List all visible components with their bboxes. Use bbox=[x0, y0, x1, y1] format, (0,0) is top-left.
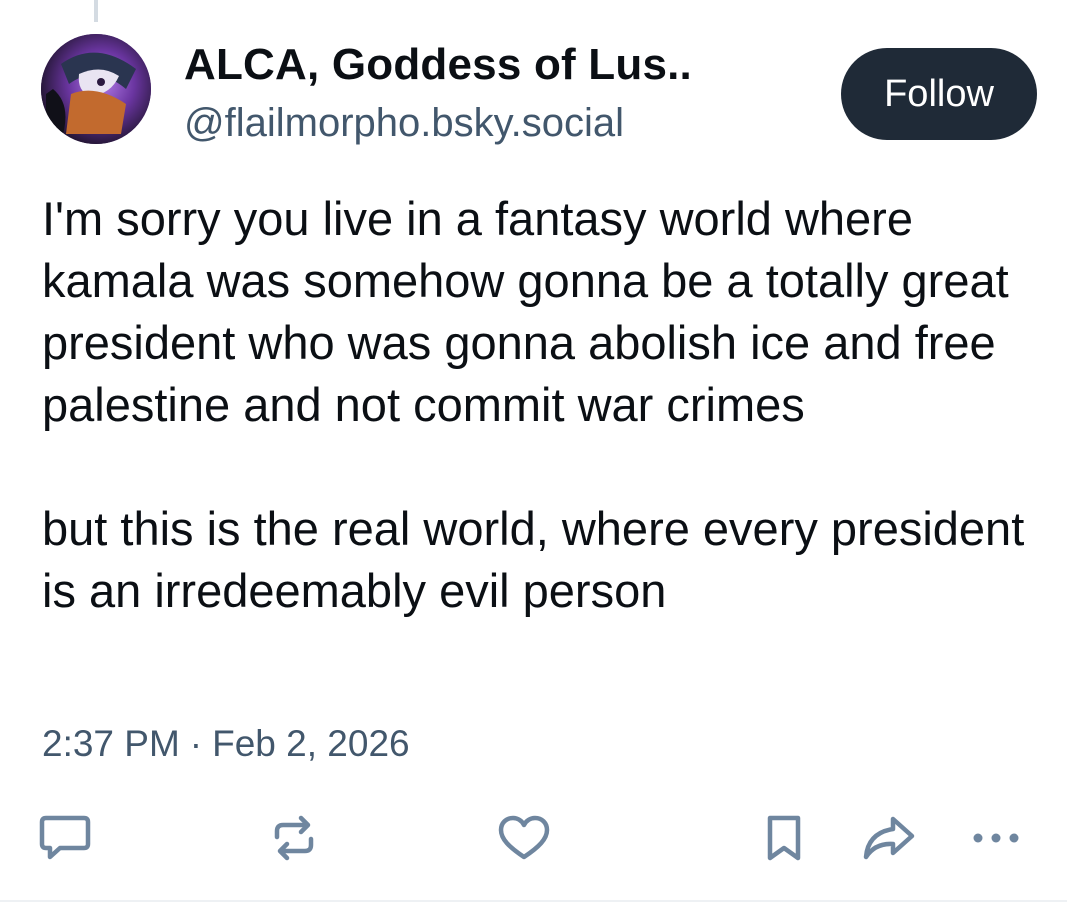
post-paragraph-2: but this is the real world, where every … bbox=[42, 502, 1025, 617]
like-button[interactable] bbox=[496, 810, 552, 866]
repost-icon bbox=[274, 815, 314, 861]
bottom-divider bbox=[0, 900, 1067, 902]
avatar[interactable] bbox=[41, 34, 151, 144]
bookmark-button[interactable] bbox=[756, 810, 812, 866]
repost-button[interactable] bbox=[266, 810, 322, 866]
author-display-name[interactable]: ALCA, Goddess of Lus.. bbox=[184, 40, 692, 90]
post-paragraph-1: I'm sorry you live in a fantasy world wh… bbox=[42, 192, 1009, 431]
post-date: Feb 2, 2026 bbox=[212, 723, 410, 764]
reply-button[interactable] bbox=[37, 810, 93, 866]
author-handle[interactable]: @flailmorpho.bsky.social bbox=[184, 101, 624, 146]
share-button[interactable] bbox=[861, 810, 917, 866]
share-icon bbox=[863, 816, 915, 860]
follow-button[interactable]: Follow bbox=[841, 48, 1037, 140]
bookmark-icon bbox=[767, 815, 801, 861]
reply-icon bbox=[39, 815, 91, 860]
post-text: I'm sorry you live in a fantasy world wh… bbox=[42, 188, 1042, 622]
more-options-icon bbox=[973, 833, 1019, 843]
like-heart-icon bbox=[498, 815, 550, 860]
post-time: 2:37 PM bbox=[42, 723, 180, 764]
avatar-image bbox=[41, 34, 151, 144]
post-timestamp[interactable]: 2:37 PM · Feb 2, 2026 bbox=[42, 723, 410, 765]
timestamp-separator: · bbox=[189, 723, 203, 764]
thread-connector-line bbox=[94, 0, 98, 22]
more-options-button[interactable] bbox=[968, 810, 1024, 866]
